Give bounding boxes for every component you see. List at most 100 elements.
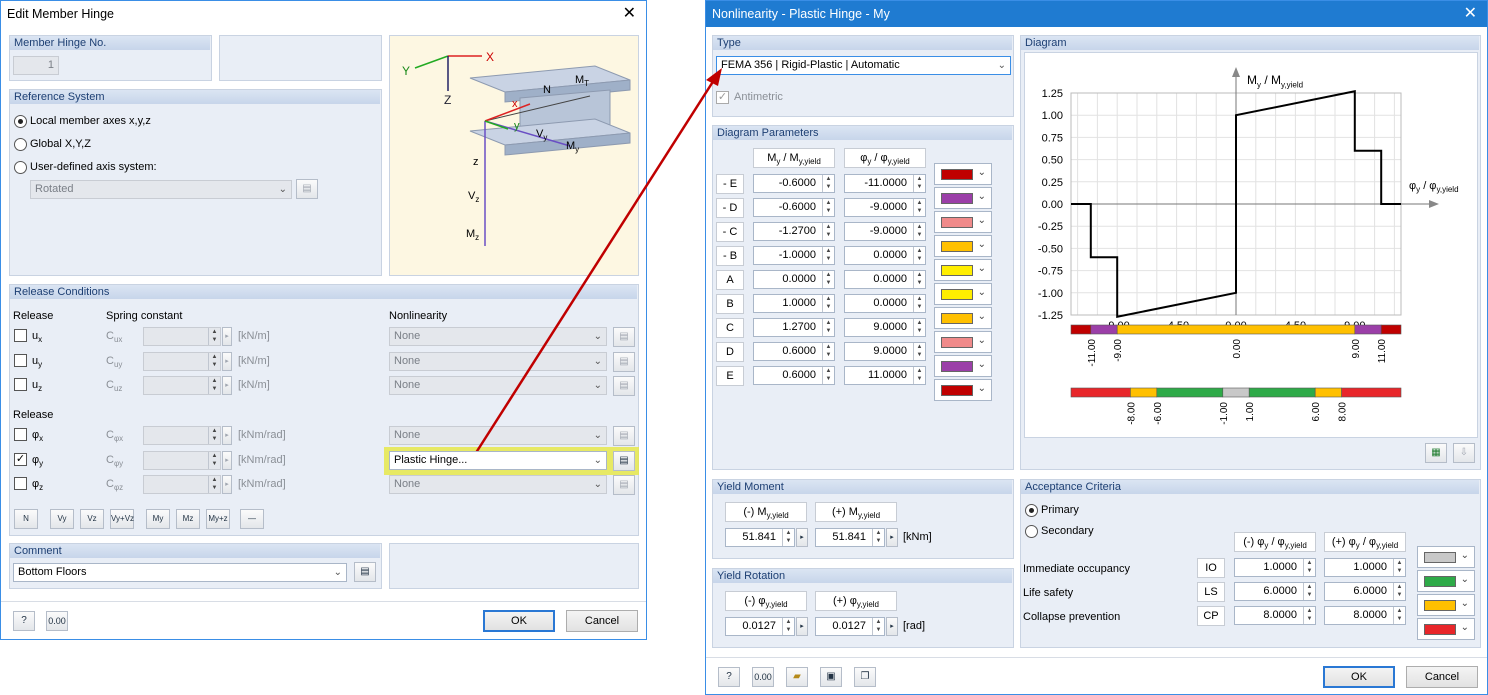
segment-color-picker[interactable]: ⌄ [934, 235, 992, 257]
my-ratio-input[interactable]: -1.2700 ▲ ▼ [753, 222, 835, 241]
criterion-pos-input[interactable]: 8.0000 ▲ ▼ [1324, 606, 1406, 625]
rel-phi-checkbox[interactable] [14, 428, 27, 441]
phi-ratio-input[interactable]: -9.0000 ▲ ▼ [844, 198, 926, 217]
spinner-icon[interactable]: ▲ ▼ [1303, 583, 1315, 600]
right-cancel-button[interactable]: Cancel [1406, 666, 1478, 688]
my-ratio-input[interactable]: -0.6000 ▲ ▼ [753, 198, 835, 217]
ym-pos-arrow[interactable]: ▸ [886, 528, 898, 547]
ym-pos-input[interactable]: 51.841 ▲ ▼ [815, 528, 885, 547]
segment-color-picker[interactable]: ⌄ [934, 307, 992, 329]
release-preset-0-icon[interactable]: N [14, 509, 38, 529]
spinner-icon[interactable]: ▲ ▼ [782, 529, 794, 546]
my-ratio-input[interactable]: 1.0000 ▲ ▼ [753, 294, 835, 313]
spinner-icon[interactable]: ▲ ▼ [913, 319, 925, 336]
spinner-icon[interactable]: ▲ ▼ [913, 367, 925, 384]
yr-pos-arrow[interactable]: ▸ [886, 617, 898, 636]
spinner-icon[interactable]: ▲ ▼ [782, 618, 794, 635]
my-ratio-input[interactable]: 1.2700 ▲ ▼ [753, 318, 835, 337]
rel-u-checkbox[interactable] [14, 378, 27, 391]
left-cancel-button[interactable]: Cancel [566, 610, 638, 632]
left-ok-button[interactable]: OK [483, 610, 555, 632]
criterion-neg-input[interactable]: 8.0000 ▲ ▼ [1234, 606, 1316, 625]
radio-secondary[interactable] [1025, 525, 1038, 538]
spinner-icon[interactable]: ▲ ▼ [1393, 607, 1405, 624]
phi-ratio-input[interactable]: -9.0000 ▲ ▼ [844, 222, 926, 241]
my-ratio-input[interactable]: 0.6000 ▲ ▼ [753, 366, 835, 385]
segment-color-picker[interactable]: ⌄ [934, 379, 992, 401]
spinner-icon[interactable]: ▲ ▼ [822, 199, 834, 216]
radio-global-axes[interactable] [14, 138, 27, 151]
yr-neg-input[interactable]: 0.0127 ▲ ▼ [725, 617, 795, 636]
spinner-icon[interactable]: ▲ ▼ [913, 343, 925, 360]
export-excel-icon[interactable]: ▦ [1425, 443, 1447, 463]
help-icon[interactable]: ? [13, 611, 35, 631]
rel-phi-checkbox[interactable] [14, 477, 27, 490]
radio-primary[interactable] [1025, 504, 1038, 517]
release-preset-5-icon[interactable]: Mz [176, 509, 200, 529]
spinner-icon[interactable]: ▲ ▼ [1393, 583, 1405, 600]
rel-phi-checkbox[interactable]: ✓ [14, 452, 27, 466]
right-ok-button[interactable]: OK [1323, 666, 1395, 688]
spinner-icon[interactable]: ▲ ▼ [872, 529, 884, 546]
release-preset-1-icon[interactable]: Vy [50, 509, 74, 529]
phi-ratio-input[interactable]: 9.0000 ▲ ▼ [844, 318, 926, 337]
my-ratio-input[interactable]: 0.6000 ▲ ▼ [753, 342, 835, 361]
spinner-icon[interactable]: ▲ ▼ [913, 247, 925, 264]
spinner-icon[interactable]: ▲ ▼ [822, 319, 834, 336]
yr-pos-input[interactable]: 0.0127 ▲ ▼ [815, 617, 885, 636]
close-icon[interactable]: ✕ [1464, 1, 1477, 27]
criterion-color-picker[interactable]: ⌄ [1417, 570, 1475, 592]
my-ratio-input[interactable]: -1.0000 ▲ ▼ [753, 246, 835, 265]
my-ratio-input[interactable]: 0.0000 ▲ ▼ [753, 270, 835, 289]
spinner-icon[interactable]: ▲ ▼ [822, 367, 834, 384]
phi-ratio-input[interactable]: -11.0000 ▲ ▼ [844, 174, 926, 193]
spinner-icon[interactable]: ▲ ▼ [913, 199, 925, 216]
criterion-pos-input[interactable]: 6.0000 ▲ ▼ [1324, 582, 1406, 601]
spinner-icon[interactable]: ▲ ▼ [913, 223, 925, 240]
ym-neg-input[interactable]: 51.841 ▲ ▼ [725, 528, 795, 547]
phi-ratio-input[interactable]: 11.0000 ▲ ▼ [844, 366, 926, 385]
units-icon[interactable]: 0.00 [46, 611, 68, 631]
rel-phi-nonlinearity-select[interactable]: Plastic Hinge... ⌄ [389, 450, 607, 470]
spinner-icon[interactable]: ▲ ▼ [1303, 559, 1315, 576]
release-preset-6-icon[interactable]: My+z [206, 509, 230, 529]
spinner-icon[interactable]: ▲ ▼ [913, 295, 925, 312]
release-preset-2-icon[interactable]: Vz [80, 509, 104, 529]
phi-ratio-input[interactable]: 0.0000 ▲ ▼ [844, 294, 926, 313]
segment-color-picker[interactable]: ⌄ [934, 355, 992, 377]
criterion-color-picker[interactable]: ⌄ [1417, 594, 1475, 616]
rel-u-checkbox[interactable] [14, 353, 27, 367]
criterion-color-picker[interactable]: ⌄ [1417, 546, 1475, 568]
my-ratio-input[interactable]: -0.6000 ▲ ▼ [753, 174, 835, 193]
spinner-icon[interactable]: ▲ ▼ [913, 175, 925, 192]
spinner-icon[interactable]: ▲ ▼ [913, 271, 925, 288]
help-icon[interactable]: ? [718, 667, 740, 687]
radio-local-axes[interactable] [14, 115, 27, 128]
phi-ratio-input[interactable]: 9.0000 ▲ ▼ [844, 342, 926, 361]
spinner-icon[interactable]: ▲ ▼ [822, 343, 834, 360]
criterion-pos-input[interactable]: 1.0000 ▲ ▼ [1324, 558, 1406, 577]
open-folder-icon[interactable]: ▰ [786, 667, 808, 687]
segment-color-picker[interactable]: ⌄ [934, 331, 992, 353]
type-select[interactable]: FEMA 356 | Rigid-Plastic | Automatic ⌄ [716, 56, 1011, 75]
spinner-icon[interactable]: ▲ ▼ [1303, 607, 1315, 624]
segment-color-picker[interactable]: ⌄ [934, 259, 992, 281]
units-icon[interactable]: 0.00 [752, 667, 774, 687]
segment-color-picker[interactable]: ⌄ [934, 163, 992, 185]
ym-neg-arrow[interactable]: ▸ [796, 528, 808, 547]
segment-color-picker[interactable]: ⌄ [934, 187, 992, 209]
segment-color-picker[interactable]: ⌄ [934, 211, 992, 233]
release-preset-3-icon[interactable]: Vy+Vz [110, 509, 134, 529]
spinner-icon[interactable]: ▲ ▼ [1393, 559, 1405, 576]
spinner-icon[interactable]: ▲ ▼ [872, 618, 884, 635]
spinner-icon[interactable]: ▲ ▼ [822, 295, 834, 312]
spinner-icon[interactable]: ▲ ▼ [822, 271, 834, 288]
phi-ratio-input[interactable]: 0.0000 ▲ ▼ [844, 270, 926, 289]
radio-user-defined[interactable] [14, 161, 27, 174]
release-preset-4-icon[interactable]: My [146, 509, 170, 529]
phi-ratio-input[interactable]: 0.0000 ▲ ▼ [844, 246, 926, 265]
copy-icon[interactable]: ❐ [854, 667, 876, 687]
save-icon[interactable]: ▣ [820, 667, 842, 687]
close-icon[interactable]: ✕ [623, 1, 636, 27]
spinner-icon[interactable]: ▲ ▼ [822, 223, 834, 240]
